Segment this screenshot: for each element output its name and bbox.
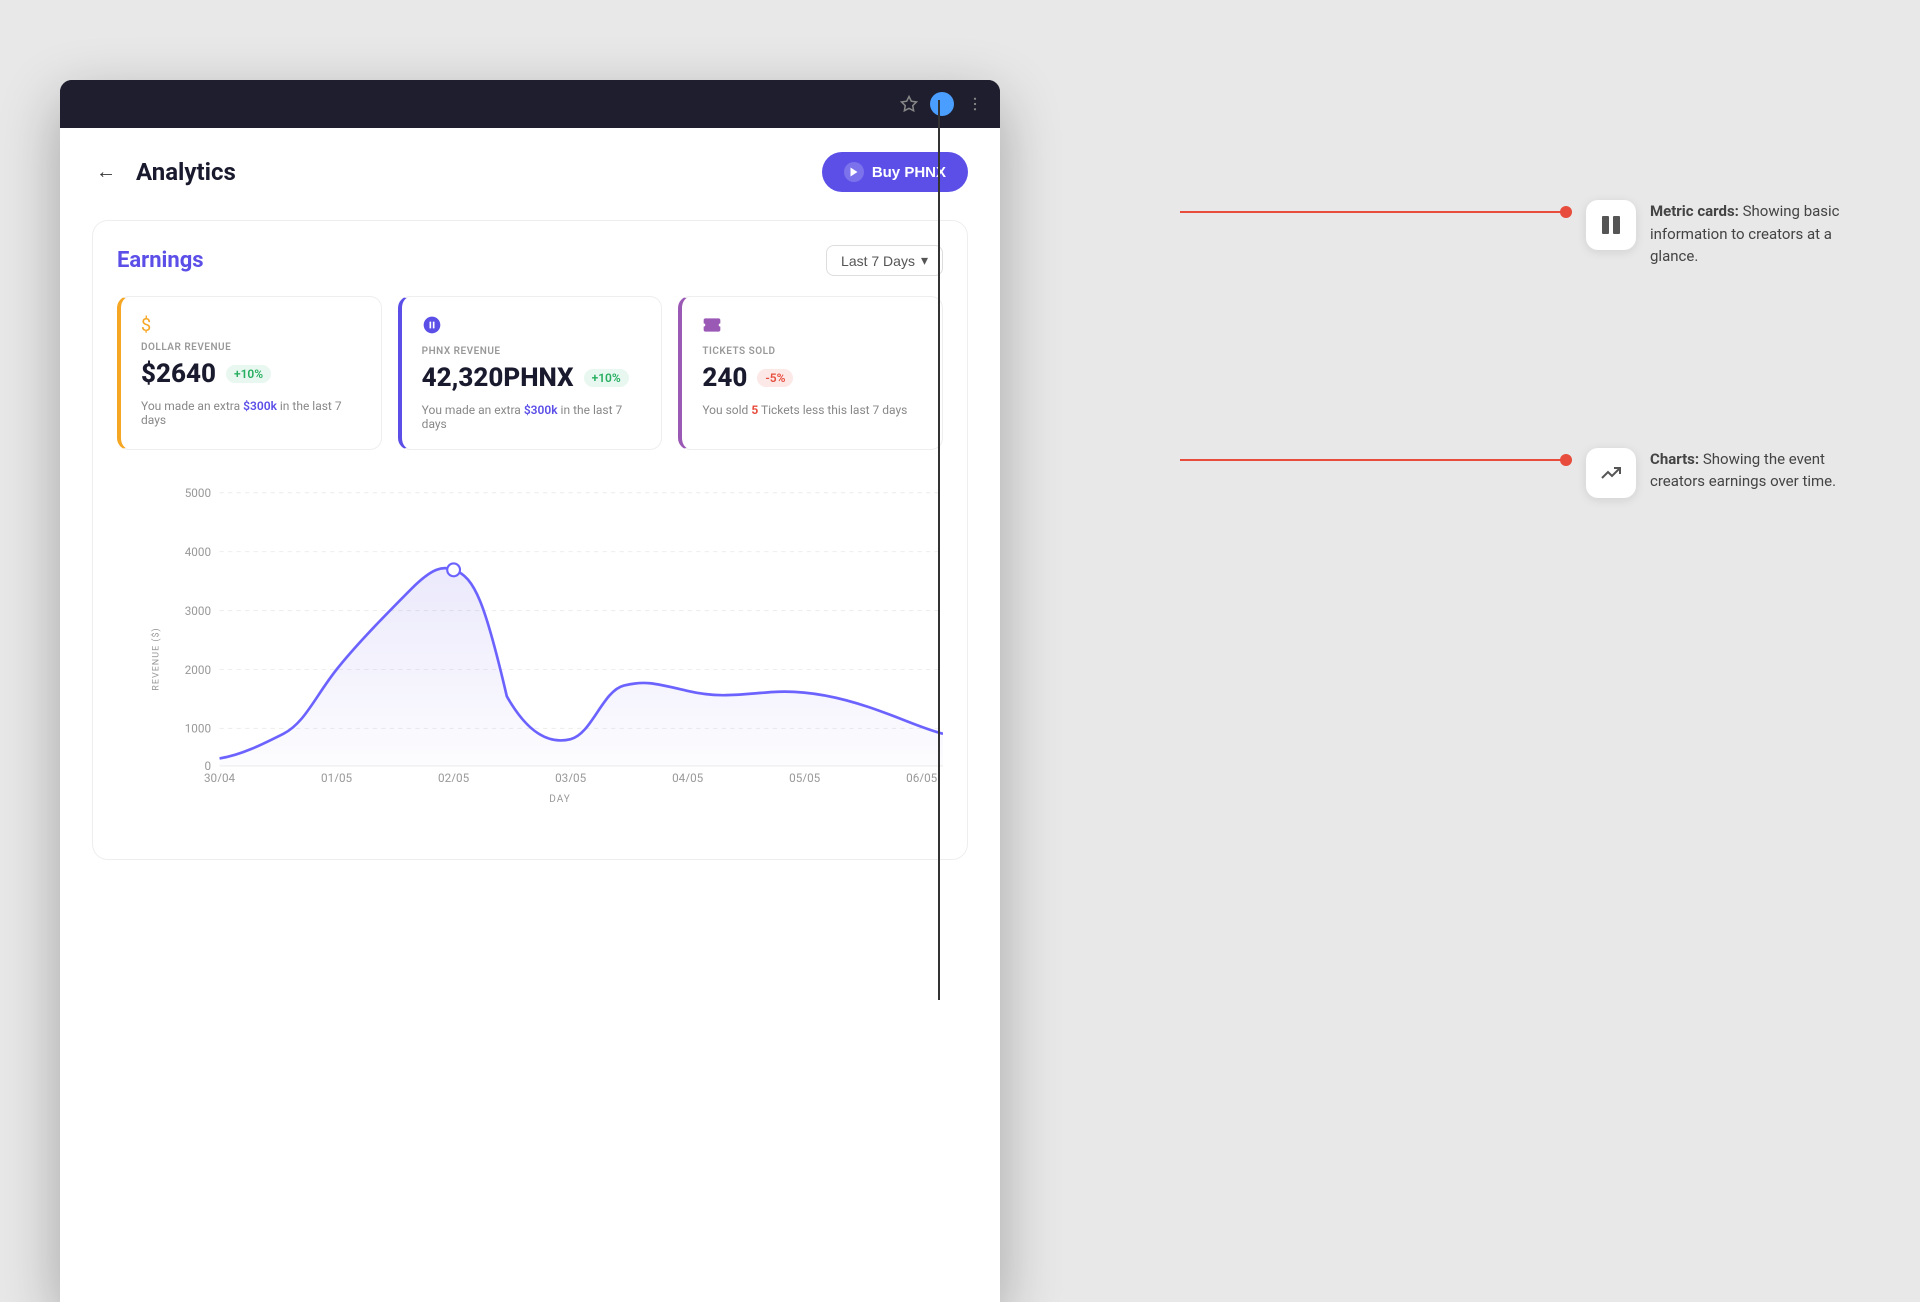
- svg-text:5000: 5000: [185, 486, 211, 500]
- annotation-line-1: [1180, 211, 1570, 213]
- earnings-section: Earnings Last 7 Days ▾ $ DOLLAR REVENUE …: [92, 220, 968, 860]
- phnx-value-row: 42,320PHNX +10%: [422, 363, 642, 393]
- y-axis-label: REVENUE ($): [152, 627, 162, 690]
- dollar-icon: $: [141, 315, 361, 336]
- phnx-value: 42,320PHNX: [422, 363, 574, 393]
- phnx-label: PHNX REVENUE: [422, 346, 642, 357]
- svg-text:1000: 1000: [185, 722, 211, 736]
- tickets-value: 240: [702, 363, 747, 393]
- metrics-row: $ DOLLAR REVENUE $2640 +10% You made an …: [117, 296, 943, 450]
- browser-window: ← Analytics Buy PHNX Earnings: [60, 80, 1000, 1302]
- earnings-title: Earnings: [117, 248, 204, 273]
- annotation-icon-chart: [1586, 448, 1636, 498]
- metric-card-phnx: PHNX REVENUE 42,320PHNX +10% You made an…: [398, 296, 663, 450]
- menu-icon[interactable]: [966, 95, 984, 113]
- back-button[interactable]: ←: [92, 157, 120, 188]
- annotation-metric-cards: Metric cards: Showing basic information …: [1560, 200, 1860, 268]
- buy-btn-icon: [844, 162, 864, 182]
- svg-text:03/05: 03/05: [555, 771, 587, 782]
- header: ← Analytics Buy PHNX: [92, 152, 968, 192]
- svg-text:06/05: 06/05: [906, 771, 938, 782]
- metric-card-tickets: TICKETS SOLD 240 -5% You sold 5 Tickets …: [678, 296, 943, 450]
- tickets-value-row: 240 -5%: [702, 363, 922, 393]
- svg-text:4000: 4000: [185, 545, 211, 559]
- page-title: Analytics: [136, 158, 236, 186]
- vertical-divider: [938, 100, 940, 1000]
- phnx-icon: [422, 315, 642, 340]
- annotation-text-metric: Metric cards: Showing basic information …: [1650, 200, 1860, 268]
- header-left: ← Analytics: [92, 157, 236, 188]
- annotation-line-2: [1180, 459, 1570, 461]
- annotation-icon-metric: [1586, 200, 1636, 250]
- browser-toolbar: [60, 80, 1000, 128]
- annotations-panel: Metric cards: Showing basic information …: [1560, 200, 1860, 498]
- svg-text:3000: 3000: [185, 604, 211, 618]
- svg-text:04/05: 04/05: [672, 771, 704, 782]
- time-filter-dropdown[interactable]: Last 7 Days ▾: [826, 245, 943, 276]
- revenue-chart: 5000 4000 3000 2000 1000 0 30/04 01/05 0…: [177, 482, 943, 782]
- svg-text:30/04: 30/04: [204, 771, 236, 782]
- phnx-desc: You made an extra $300k in the last 7 da…: [422, 403, 642, 431]
- chart-container: REVENUE ($) 5000 4000 3000 2000: [117, 482, 943, 835]
- browser-content: ← Analytics Buy PHNX Earnings: [60, 128, 1000, 1302]
- dollar-value: $2640: [141, 359, 216, 389]
- svg-text:2000: 2000: [185, 663, 211, 677]
- dollar-label: DOLLAR REVENUE: [141, 342, 361, 353]
- phnx-badge: +10%: [584, 369, 629, 387]
- tickets-icon: [702, 315, 922, 340]
- metric-card-dollar: $ DOLLAR REVENUE $2640 +10% You made an …: [117, 296, 382, 450]
- annotation-text-chart: Charts: Showing the event creators earni…: [1650, 448, 1860, 493]
- x-axis-label: DAY: [177, 794, 943, 805]
- earnings-header: Earnings Last 7 Days ▾: [117, 245, 943, 276]
- svg-text:02/05: 02/05: [438, 771, 470, 782]
- tickets-desc: You sold 5 Tickets less this last 7 days: [702, 403, 922, 417]
- dollar-badge: +10%: [226, 365, 271, 383]
- tickets-label: TICKETS SOLD: [702, 346, 922, 357]
- svg-text:01/05: 01/05: [321, 771, 353, 782]
- dollar-desc: You made an extra $300k in the last 7 da…: [141, 399, 361, 427]
- buy-phnx-button[interactable]: Buy PHNX: [822, 152, 968, 192]
- dollar-value-row: $2640 +10%: [141, 359, 361, 389]
- star-icon[interactable]: [900, 95, 918, 113]
- browser-avatar: [930, 92, 954, 116]
- svg-text:05/05: 05/05: [789, 771, 821, 782]
- app-container: ← Analytics Buy PHNX Earnings: [60, 128, 1000, 1302]
- tickets-badge: -5%: [757, 369, 793, 387]
- annotation-charts: Charts: Showing the event creators earni…: [1560, 448, 1860, 498]
